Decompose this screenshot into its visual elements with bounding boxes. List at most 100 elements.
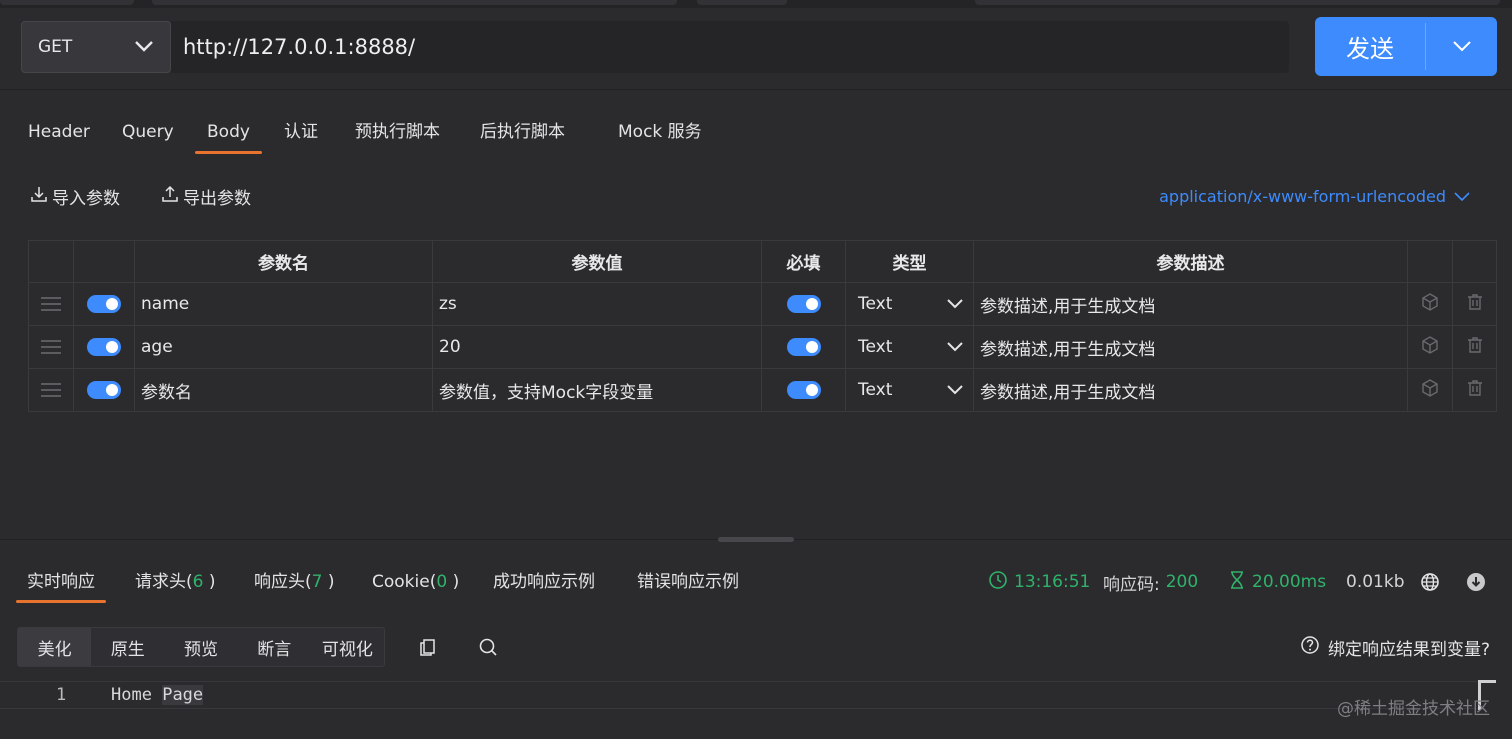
- chevron-down-icon: [134, 37, 154, 57]
- tab-post-script[interactable]: 后执行脚本: [480, 112, 565, 154]
- type-select[interactable]: Text: [845, 368, 974, 412]
- table-row-new: 参数名 参数值，支持Mock字段变量 Text 参数描述,用于生成文档: [28, 368, 1497, 412]
- response-duration: 20.00ms: [1228, 562, 1326, 602]
- col-required-header: 必填: [761, 240, 846, 283]
- cube-icon[interactable]: [1407, 282, 1453, 326]
- param-name-field[interactable]: 参数名: [134, 368, 433, 412]
- drag-handle-icon[interactable]: [28, 282, 74, 326]
- table-header-row: 参数名 参数值 必填 类型 参数描述: [28, 240, 1497, 283]
- size-value: 0.01kb: [1346, 572, 1405, 592]
- param-desc-field[interactable]: 参数描述,用于生成文档: [973, 368, 1408, 412]
- param-name-field[interactable]: name: [134, 282, 433, 326]
- col-delete: [1452, 240, 1497, 283]
- bind-response-label: 绑定响应结果到变量?: [1327, 639, 1490, 660]
- cube-icon[interactable]: [1407, 325, 1453, 369]
- view-tab-preview[interactable]: 预览: [164, 628, 237, 666]
- param-desc-field[interactable]: 参数描述,用于生成文档: [973, 282, 1408, 326]
- tab-cookie[interactable]: Cookie(0 ): [372, 562, 459, 602]
- col-type-header: 类型: [845, 240, 974, 283]
- trash-icon[interactable]: [1452, 325, 1497, 369]
- type-label: Text: [858, 337, 893, 357]
- tab-request-headers-label: 请求头(: [135, 572, 193, 592]
- tab-body[interactable]: Body: [195, 112, 262, 154]
- tab-cookie-label: Cookie(: [372, 572, 437, 592]
- param-value-field[interactable]: 20: [432, 325, 762, 369]
- tab-header[interactable]: Header: [28, 112, 90, 154]
- tab-realtime-response[interactable]: 实时响应: [16, 562, 106, 603]
- tab-response-headers[interactable]: 响应头(7 ): [254, 562, 335, 602]
- view-mode-tabs: 美化 原生 预览 断言 可视化: [17, 627, 385, 667]
- response-body-text: Home Page: [111, 685, 204, 705]
- time-value: 13:16:51: [1014, 572, 1091, 592]
- required-toggle[interactable]: [761, 325, 846, 369]
- response-body-editor[interactable]: 1 Home Page: [0, 681, 1480, 709]
- response-code: 响应码: 200: [1103, 562, 1198, 602]
- tab-success-example[interactable]: 成功响应示例: [493, 562, 595, 602]
- tab-pre-script[interactable]: 预执行脚本: [355, 112, 440, 154]
- drag-handle-icon[interactable]: [28, 368, 74, 412]
- body-word-home: Home: [111, 685, 152, 705]
- export-params-button[interactable]: 导出参数: [161, 180, 251, 212]
- watermark: @稀土掘金技术社区: [1337, 699, 1490, 719]
- tab-query[interactable]: Query: [122, 112, 174, 154]
- tab-mock-service[interactable]: Mock 服务: [618, 112, 702, 154]
- download-icon: [30, 185, 48, 208]
- content-type-select[interactable]: application/x-www-form-urlencoded: [1159, 180, 1470, 212]
- import-params-button[interactable]: 导入参数: [30, 180, 120, 212]
- top-strip: [0, 0, 1512, 8]
- type-label: Text: [858, 294, 893, 314]
- body-word-page: Page: [162, 685, 204, 705]
- close-paren: ): [322, 572, 335, 592]
- method-select[interactable]: GET: [21, 21, 171, 73]
- trash-icon[interactable]: [1452, 282, 1497, 326]
- enable-toggle[interactable]: [73, 325, 135, 369]
- copy-icon[interactable]: [413, 632, 443, 662]
- table-row: name zs Text 参数描述,用于生成文档: [28, 282, 1497, 326]
- url-bar: GET http://127.0.0.1:8888/ 发送: [0, 8, 1512, 90]
- import-params-label: 导入参数: [52, 188, 120, 209]
- response-headers-count: 7: [311, 572, 323, 592]
- resize-handle[interactable]: [718, 537, 794, 542]
- param-desc-field[interactable]: 参数描述,用于生成文档: [973, 325, 1408, 369]
- col-drag: [28, 240, 74, 283]
- url-input[interactable]: http://127.0.0.1:8888/: [171, 21, 1289, 73]
- type-select[interactable]: Text: [845, 282, 974, 326]
- request-tabs: Header Query Body 认证 预执行脚本 后执行脚本 Mock 服务: [0, 112, 1512, 154]
- cube-icon[interactable]: [1407, 368, 1453, 412]
- trash-icon[interactable]: [1452, 368, 1497, 412]
- download-circle-icon[interactable]: [1466, 562, 1486, 602]
- chevron-down-icon: [1454, 187, 1470, 206]
- send-button[interactable]: 发送: [1315, 17, 1425, 76]
- help-circle-icon: [1300, 635, 1320, 660]
- param-value-field[interactable]: zs: [432, 282, 762, 326]
- tab-error-example[interactable]: 错误响应示例: [637, 562, 739, 602]
- bind-response-variable[interactable]: 绑定响应结果到变量?: [1300, 632, 1490, 662]
- drag-handle-icon[interactable]: [28, 325, 74, 369]
- required-toggle[interactable]: [761, 368, 846, 412]
- chevron-down-icon: [947, 380, 963, 400]
- col-desc-header: 参数描述: [973, 240, 1408, 283]
- tab-request-headers[interactable]: 请求头(6 ): [135, 562, 216, 602]
- code-value: 200: [1165, 572, 1199, 592]
- param-value-field[interactable]: 参数值，支持Mock字段变量: [432, 368, 762, 412]
- tab-response-headers-label: 响应头(: [254, 572, 312, 592]
- tab-auth[interactable]: 认证: [284, 112, 318, 154]
- view-tab-raw[interactable]: 原生: [91, 628, 164, 666]
- type-select[interactable]: Text: [845, 325, 974, 369]
- view-tab-assert[interactable]: 断言: [238, 628, 311, 666]
- required-toggle[interactable]: [761, 282, 846, 326]
- upload-icon: [161, 185, 179, 208]
- col-mock: [1407, 240, 1453, 283]
- code-label: 响应码:: [1103, 574, 1160, 595]
- enable-toggle[interactable]: [73, 368, 135, 412]
- view-tab-pretty[interactable]: 美化: [18, 628, 92, 666]
- close-paren: ): [447, 572, 460, 592]
- search-icon[interactable]: [473, 632, 503, 662]
- param-name-field[interactable]: age: [134, 325, 433, 369]
- view-tab-visualize[interactable]: 可视化: [311, 628, 384, 666]
- col-enabled: [73, 240, 135, 283]
- globe-icon[interactable]: [1420, 562, 1440, 602]
- send-dropdown-button[interactable]: [1426, 17, 1497, 76]
- cookie-count: 0: [436, 572, 448, 592]
- enable-toggle[interactable]: [73, 282, 135, 326]
